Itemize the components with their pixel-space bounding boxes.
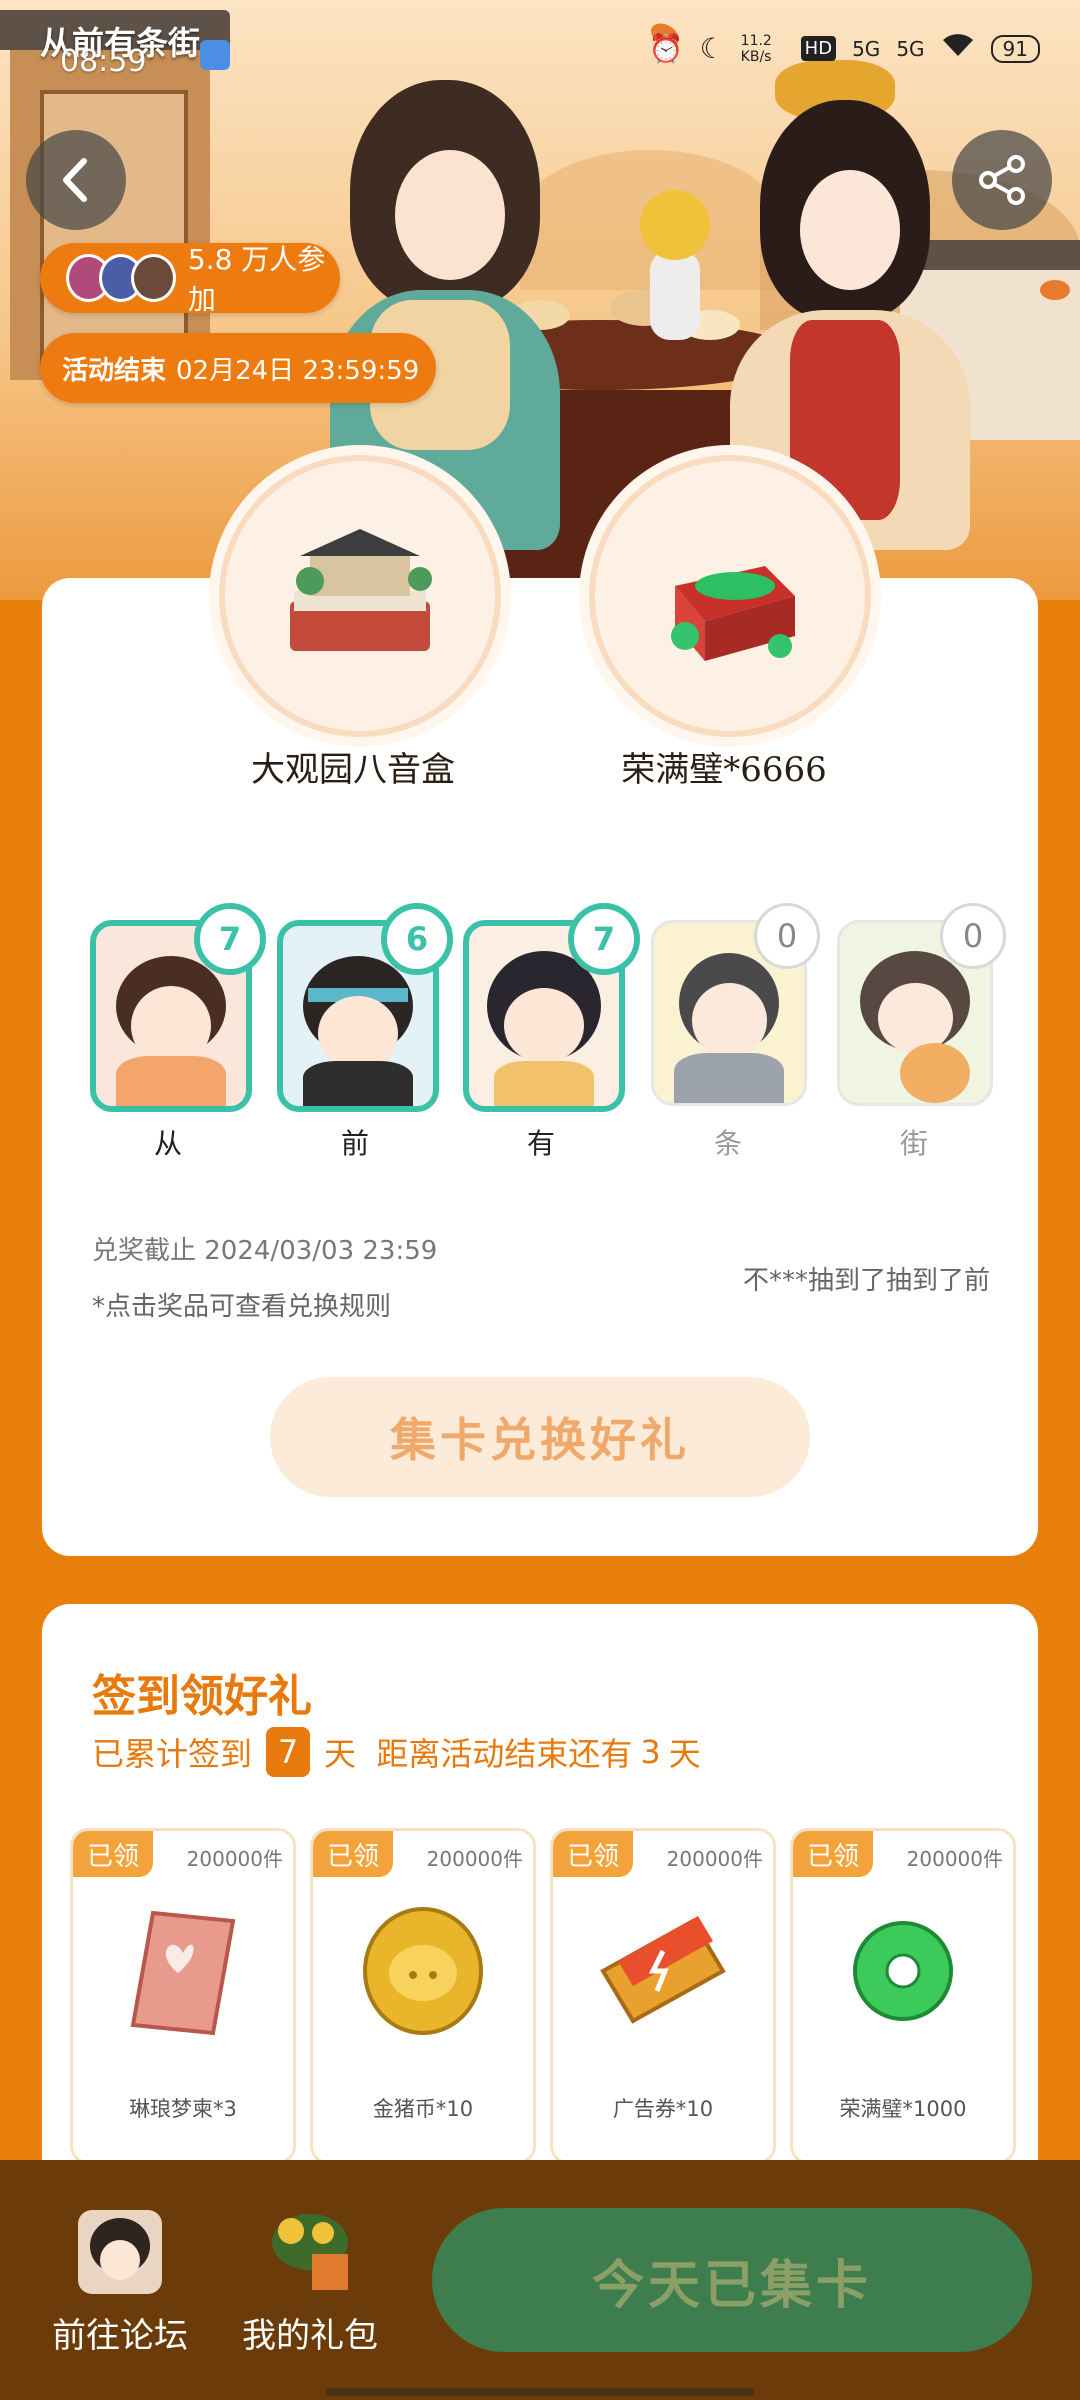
participants-count: 5.8 万人参加 bbox=[187, 243, 326, 316]
net-speed: 11.2 KB/s bbox=[740, 32, 772, 65]
signal-5g-2: 5G bbox=[896, 36, 925, 61]
character-label: 条 bbox=[713, 1127, 742, 1160]
signin-title: 签到领好礼 bbox=[92, 1671, 312, 1722]
character-label: 街 bbox=[899, 1127, 928, 1160]
character-label: 从 bbox=[153, 1127, 182, 1160]
end-time-label: 活动结束 bbox=[62, 355, 167, 386]
claimed-tag: 已领 bbox=[313, 1831, 393, 1877]
signin-progress: 已累计签到 7 天 距离活动结束还有 3 天 bbox=[92, 1727, 701, 1777]
alarm-icon: ⏰ bbox=[648, 32, 684, 65]
my-gifts-entry[interactable]: 我的礼包 bbox=[200, 2210, 420, 2360]
gift-name: 广告券*10 bbox=[612, 2097, 714, 2121]
end-time-value: 02月24日 23:59:59 bbox=[176, 355, 420, 386]
gift-card[interactable]: 已领 200000件 琳琅梦柬*3 bbox=[70, 1828, 296, 2164]
avatar bbox=[131, 254, 176, 302]
chevron-left-icon bbox=[63, 158, 87, 202]
my-gifts-label: 我的礼包 bbox=[242, 2316, 378, 2356]
gift-card[interactable]: 已领 200000件 金猪币*10 bbox=[310, 1828, 536, 2164]
signin-prefix: 已累计签到 bbox=[92, 1735, 253, 1773]
gift-card[interactable]: 已领 200000件 荣满璧*1000 bbox=[790, 1828, 1016, 2164]
music-box-icon bbox=[290, 529, 432, 651]
redeem-rules-note[interactable]: *点击奖品可查看兑换规则 bbox=[92, 1286, 391, 1323]
participants-pill: 5.8 万人参加 bbox=[40, 243, 340, 316]
exchange-gift-button[interactable]: 集卡兑换好礼 bbox=[270, 1377, 810, 1497]
forum-entry[interactable]: 前往论坛 bbox=[10, 2210, 230, 2360]
claimed-tag: 已领 bbox=[73, 1831, 153, 1877]
winner-marquee: 不***抽到了抽到了前 bbox=[742, 1266, 990, 1296]
gold-coin-icon bbox=[363, 1907, 483, 2035]
gift-card[interactable]: 已领 200000件 广告券*10 bbox=[550, 1828, 776, 2164]
collect-today-button[interactable]: 今天已集卡 bbox=[432, 2208, 1032, 2352]
back-button[interactable] bbox=[26, 130, 126, 230]
claimed-tag: 已领 bbox=[553, 1831, 633, 1877]
gift-box-icon bbox=[268, 2210, 352, 2294]
character-count-badge: 7 bbox=[568, 903, 640, 975]
hd-icon: HD bbox=[800, 36, 837, 61]
signin-remain: 3 bbox=[640, 1733, 661, 1771]
gift-stock: 200000件 bbox=[426, 1847, 523, 1871]
jade-chest-icon bbox=[671, 566, 795, 661]
jade-ring-icon bbox=[853, 1921, 953, 2021]
wifi-icon bbox=[941, 32, 975, 65]
ticket-icon bbox=[600, 1916, 726, 2024]
gift-stock: 200000件 bbox=[666, 1847, 763, 1871]
battery-indicator: 91 bbox=[990, 34, 1040, 63]
forum-avatar-icon bbox=[78, 2210, 162, 2294]
character-illustration-right bbox=[720, 60, 970, 550]
redeem-deadline: 兑奖截止 2024/03/03 23:59 bbox=[92, 1236, 438, 1266]
signin-suffix: 天 距离活动结束还有 bbox=[324, 1735, 633, 1773]
gift-stock: 200000件 bbox=[186, 1847, 283, 1871]
prize-jade-chest[interactable] bbox=[589, 455, 871, 737]
character-label: 有 bbox=[526, 1127, 555, 1160]
status-time: 08:59 bbox=[60, 44, 147, 79]
character-label: 前 bbox=[340, 1127, 369, 1160]
character-count-badge: 0 bbox=[754, 903, 820, 969]
character-count-badge: 7 bbox=[194, 903, 266, 975]
status-bar: 从前有条街 08:59 ⏰ ☾ 11.2 KB/s HD 5G 5G 91 bbox=[0, 0, 1080, 110]
activity-end-pill: 活动结束 02月24日 23:59:59 bbox=[40, 333, 436, 403]
gift-name: 荣满璧*1000 bbox=[839, 2097, 967, 2121]
moon-icon: ☾ bbox=[699, 32, 725, 65]
character-count-badge: 0 bbox=[940, 903, 1006, 969]
letter-icon bbox=[130, 1910, 236, 2036]
share-button[interactable] bbox=[952, 130, 1052, 230]
prize-name: 荣满璧*6666 bbox=[621, 750, 827, 790]
prize-music-box[interactable] bbox=[219, 455, 501, 737]
forum-label: 前往论坛 bbox=[52, 2316, 188, 2356]
signin-days-badge: 7 bbox=[266, 1727, 311, 1777]
home-indicator[interactable] bbox=[326, 2388, 754, 2396]
signal-5g-1: 5G bbox=[852, 36, 881, 61]
prize-name: 大观园八音盒 bbox=[251, 750, 455, 790]
status-icons: ⏰ ☾ 11.2 KB/s HD 5G 5G 91 bbox=[649, 32, 1040, 65]
gift-stock: 200000件 bbox=[906, 1847, 1003, 1871]
signin-remain-unit: 天 bbox=[668, 1735, 701, 1773]
character-count-badge: 6 bbox=[381, 903, 453, 975]
notification-icon bbox=[200, 40, 230, 70]
share-icon bbox=[979, 155, 1025, 205]
claimed-tag: 已领 bbox=[793, 1831, 873, 1877]
gift-name: 金猪币*10 bbox=[372, 2097, 474, 2121]
gift-name: 琳琅梦柬*3 bbox=[129, 2097, 237, 2121]
